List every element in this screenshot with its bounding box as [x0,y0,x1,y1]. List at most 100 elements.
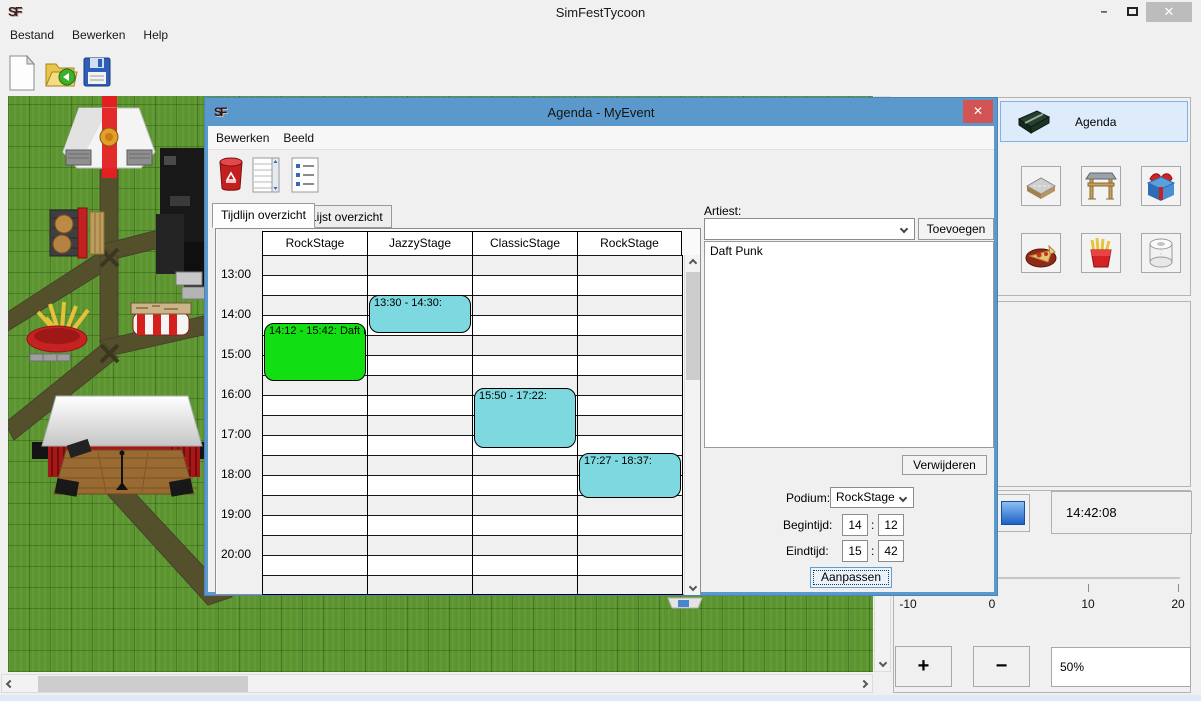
minimize-button[interactable]: – [1092,2,1116,22]
time-label: 17:00 [221,427,251,441]
window-title: SimFestTycoon [0,5,1201,20]
schedule-event[interactable]: 13:30 - 14:30: [369,295,471,333]
stage-column-header: RockStage [262,231,367,256]
menu-bewerken[interactable]: Bewerken [72,28,125,42]
slider-tick-label: 0 [989,597,996,611]
timeline-scroll-down-icon[interactable] [685,579,700,594]
dialog-titlebar[interactable]: SF Agenda - MyEvent ✕ [208,101,994,126]
dialog-menu-beeld[interactable]: Beeld [283,131,314,145]
remove-button[interactable]: Verwijderen [902,455,987,475]
agenda-dialog: SF Agenda - MyEvent ✕ Bewerken Beeld Tijd… [205,98,997,595]
torii-gate-icon[interactable] [1081,166,1121,206]
agenda-button[interactable]: Agenda [1000,101,1188,142]
dialog-close-button[interactable]: ✕ [963,100,993,123]
time-label: 13:00 [221,267,251,281]
podium-combobox[interactable]: RockStage [830,487,914,508]
clock-icon [1001,501,1025,525]
schedule-event[interactable]: 17:27 - 18:37: [579,453,681,498]
stage-column-header: ClassicStage [472,231,577,256]
time-label: 16:00 [221,387,251,401]
window-titlebar: SF SimFestTycoon – ✕ [0,0,1201,26]
schedule-event[interactable]: 14:12 - 15:42: Daft Punk [264,323,366,381]
apply-button[interactable]: Aanpassen [810,567,892,588]
fries-icon[interactable] [1081,233,1121,273]
time-label: 19:00 [221,507,251,521]
scroll-down-icon[interactable] [875,655,890,670]
game-time-display: 14:42:08 [1051,491,1192,534]
stage-column-header: JazzyStage [367,231,472,256]
schedule-grid[interactable]: 14:12 - 15:42: Daft Punk13:30 - 14:30: 15… [262,255,683,595]
zoom-in-button[interactable]: + [895,646,952,687]
bulleted-list-icon[interactable] [291,156,319,194]
artist-combobox[interactable] [704,218,915,240]
end-hour-field[interactable]: 15 [842,540,868,562]
scroll-left-icon[interactable] [2,676,17,691]
map-horizontal-scrollbar[interactable] [1,674,873,693]
timeline-scroll-up-icon[interactable] [685,255,700,270]
menu-bestand[interactable]: Bestand [10,28,54,42]
main-menubar: Bestand Bewerken Help [0,28,1201,50]
small-tent-top [668,598,702,608]
chevron-down-icon [899,494,907,502]
road-tile-icon[interactable] [1021,166,1061,206]
time-label: 15:00 [221,347,251,361]
menu-help[interactable]: Help [143,28,168,42]
pizza-icon[interactable] [1021,233,1061,273]
time-gutter: 13:00 14:00 15:00 16:00 17:00 18:00 19:00 20:00 [217,229,262,594]
artist-listbox[interactable]: Daft Punk [704,241,994,448]
end-minute-field[interactable]: 42 [878,540,904,562]
toilet-paper-icon[interactable] [1141,233,1181,273]
artist-label: Artiest: [704,204,741,218]
slider-tick-label: 10 [1081,597,1094,611]
hscroll-thumb[interactable] [38,676,248,692]
timeline-scroll-thumb[interactable] [686,272,700,380]
timeline-scrollbar[interactable] [684,255,700,595]
chevron-down-icon [900,225,908,233]
dialog-menu-bewerken[interactable]: Bewerken [216,131,269,145]
time-label: 14:00 [221,307,251,321]
agenda-notebook-icon [1015,107,1053,137]
tab-tijdlijn-overzicht[interactable]: Tijdlijn overzicht [212,203,315,228]
main-toolbar [0,52,1201,94]
zoom-value-field[interactable]: 50% [1051,647,1191,687]
striped-stall[interactable] [131,303,191,335]
main-stage[interactable] [32,396,210,497]
dialog-menubar: Bewerken Beeld [208,126,994,150]
scroll-right-icon[interactable] [856,676,871,691]
eindtijd-label: Eindtijd: [786,544,829,558]
open-folder-icon[interactable] [44,56,78,90]
entrance-tent[interactable] [63,96,155,178]
timeline-view: 13:00 14:00 15:00 16:00 17:00 18:00 19:00 20:00… [215,228,701,595]
zoom-out-button[interactable]: − [973,646,1030,687]
new-document-icon[interactable] [6,54,38,92]
window-bottom-edge [0,695,1201,701]
save-icon[interactable] [82,56,112,88]
gift-icon[interactable] [1141,166,1181,206]
time-colon: : [871,518,874,532]
begintijd-label: Begintijd: [783,518,832,532]
add-artist-button[interactable]: Toevoegen [918,218,994,240]
time-label: 20:00 [221,547,251,561]
slider-tick-label: 20 [1171,597,1184,611]
burger-stand[interactable] [50,208,104,258]
begin-hour-field[interactable]: 14 [842,514,868,536]
maximize-icon [1127,7,1138,16]
time-label: 18:00 [221,467,251,481]
slider-tick [1088,584,1089,592]
slider-tick-label: -10 [899,597,916,611]
begin-minute-field[interactable]: 12 [878,514,904,536]
timeline-list-icon[interactable] [252,156,280,194]
stage-column-header: RockStage [577,231,682,256]
stage-header-row: RockStageJazzyStageClassicStageRockStage [262,231,683,256]
time-colon: : [871,544,874,558]
slider-tick [1178,584,1179,592]
stage-equipment[interactable] [156,148,212,299]
maximize-button[interactable] [1120,2,1144,22]
podium-label: Podium: [786,491,830,505]
close-button[interactable]: ✕ [1146,2,1192,22]
agenda-button-label: Agenda [1075,115,1116,129]
delete-trash-icon[interactable] [217,156,245,194]
artist-list-item[interactable]: Daft Punk [705,242,993,260]
dialog-title: Agenda - MyEvent [208,105,994,120]
schedule-event[interactable]: 15:50 - 17:22: [474,388,576,447]
